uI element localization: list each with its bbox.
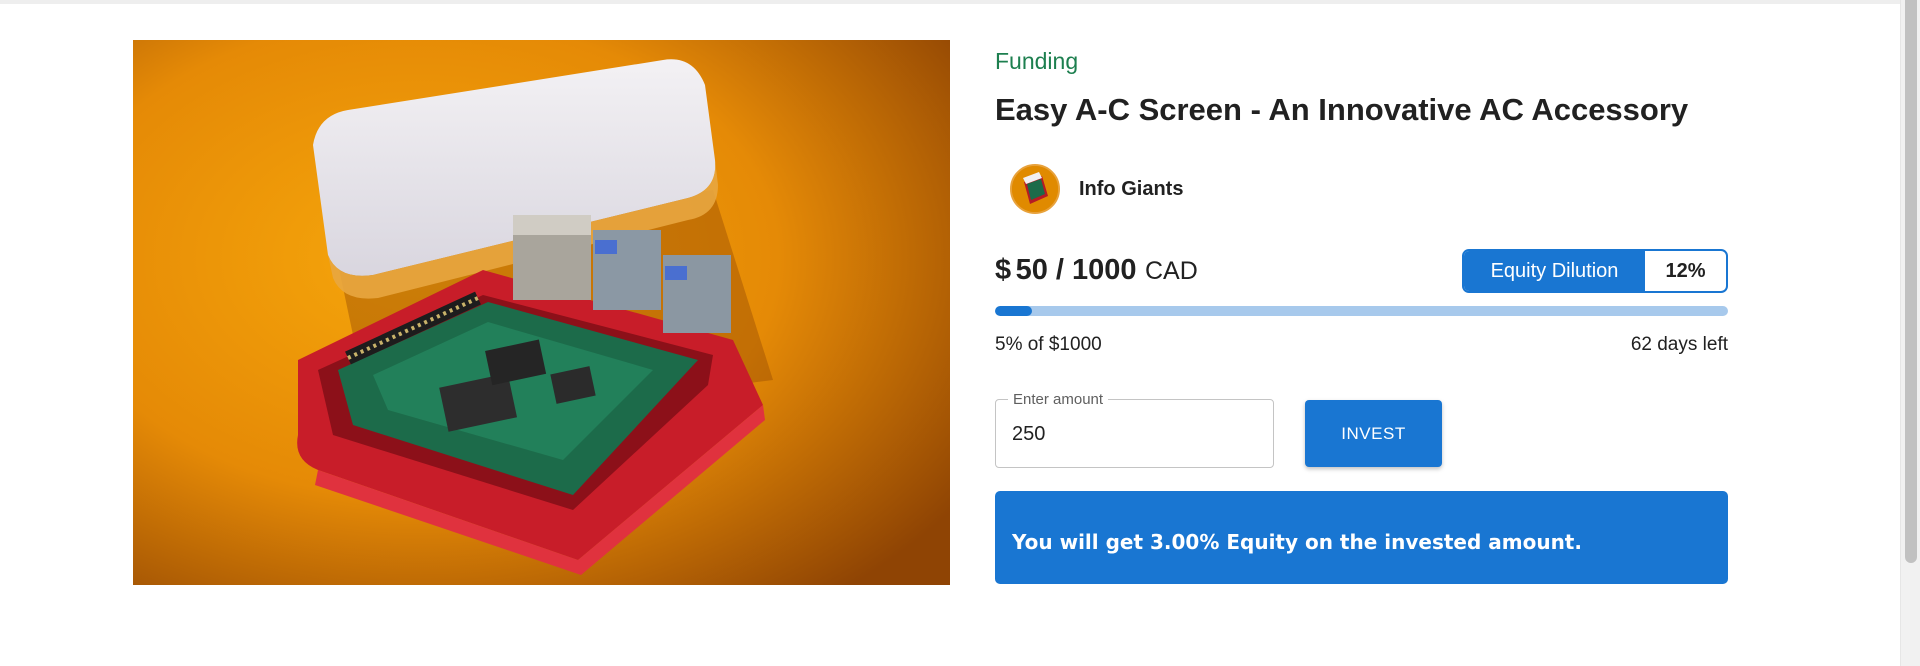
amount-field-label: Enter amount: [1008, 391, 1109, 408]
creator-info[interactable]: Info Giants: [1010, 164, 1183, 214]
product-image: [133, 40, 950, 585]
scrollbar-thumb[interactable]: [1905, 0, 1917, 563]
equity-dilution-label: Equity Dilution: [1464, 251, 1645, 291]
raised-and-goal: 50 / 1000: [1015, 254, 1137, 286]
funding-progress-text: 5% of $1000: [995, 334, 1102, 355]
equity-dilution-badge: Equity Dilution 12%: [1462, 249, 1728, 293]
top-border: [0, 0, 1900, 4]
creator-avatar[interactable]: [1010, 164, 1060, 214]
equity-info-banner: You will get 3.00% Equity on the investe…: [995, 491, 1728, 584]
currency-code: CAD: [1145, 257, 1198, 285]
campaign-title: Easy A-C Screen - An Innovative AC Acces…: [995, 92, 1689, 127]
amount-input[interactable]: [1012, 420, 1252, 448]
funding-progress-fill: [995, 306, 1032, 316]
scrollbar[interactable]: [1900, 0, 1920, 666]
amount-field[interactable]: Enter amount: [995, 391, 1274, 468]
creator-name[interactable]: Info Giants: [1079, 178, 1183, 201]
funding-amount: $ 50 / 1000 CAD: [995, 254, 1198, 287]
currency-symbol: $: [995, 254, 1012, 286]
days-left-text: 62 days left: [1630, 334, 1728, 355]
invest-button[interactable]: INVEST: [1305, 400, 1442, 467]
category-label: Funding: [995, 48, 1079, 74]
funding-progress-bar: [995, 306, 1728, 316]
equity-dilution-value: 12%: [1665, 259, 1706, 282]
